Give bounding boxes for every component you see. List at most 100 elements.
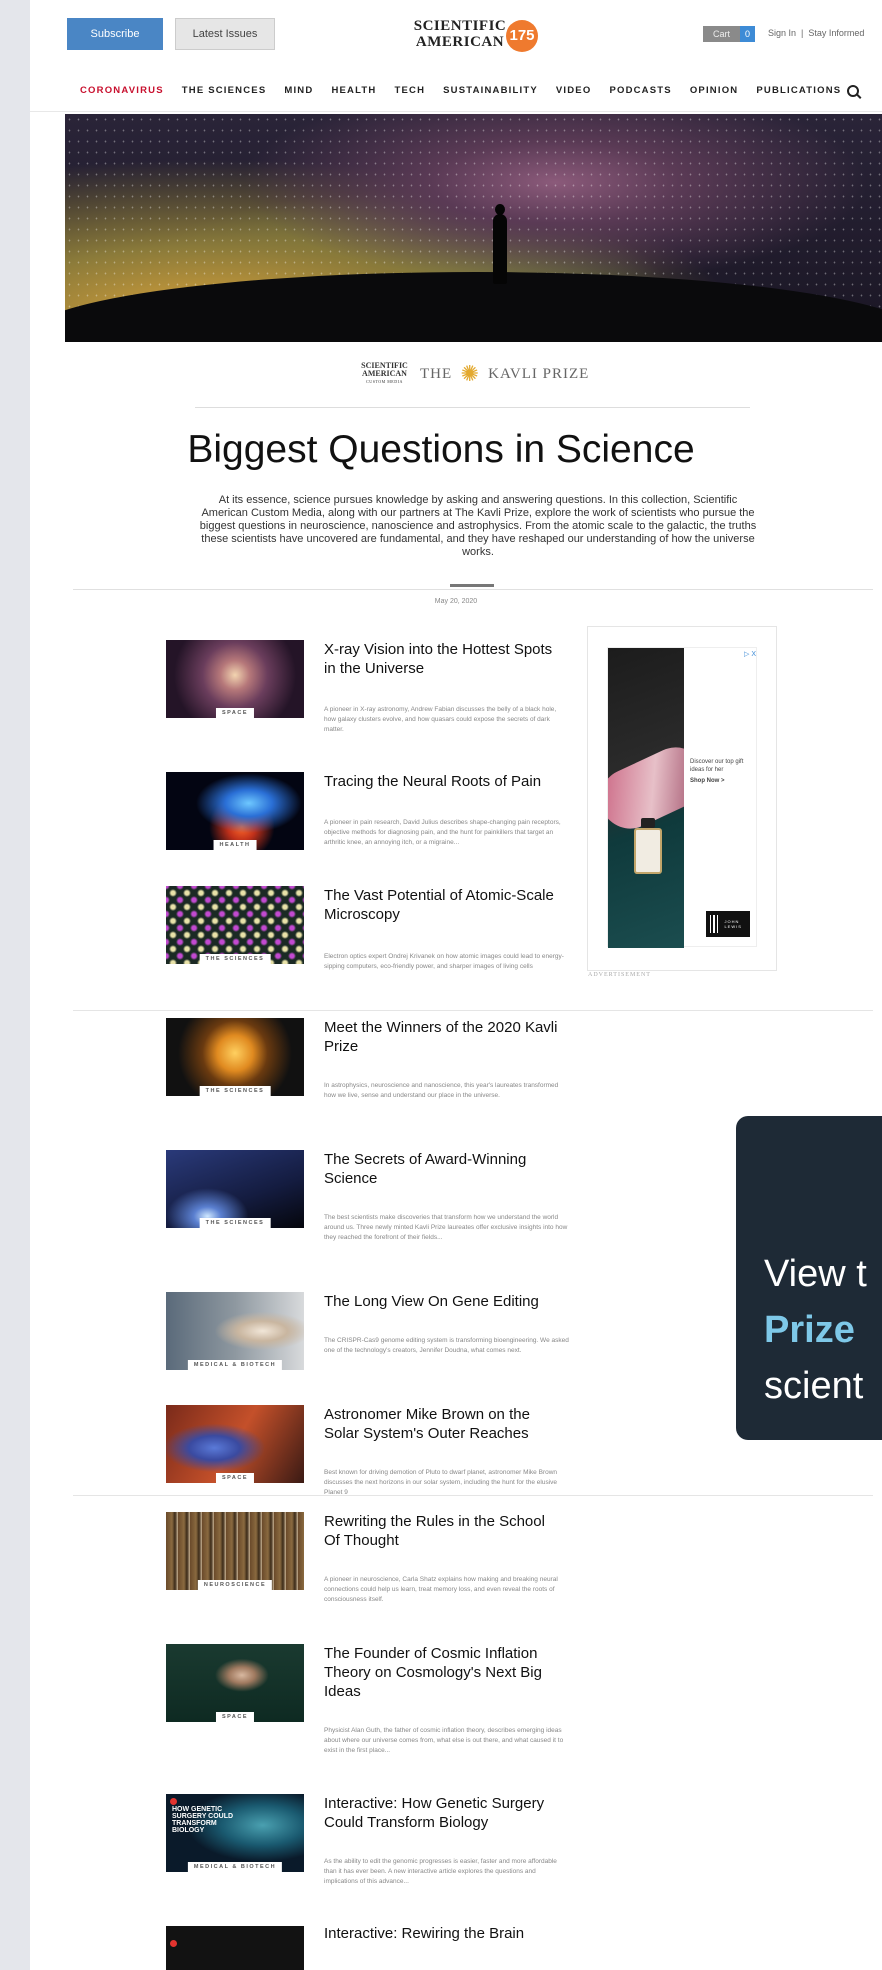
sam-line-3: CUSTOM MEDIA: [366, 379, 403, 384]
category-tag: MEDICAL & BIOTECH: [187, 1360, 283, 1370]
page-title: Biggest Questions in Science: [187, 428, 695, 471]
sign-in-link[interactable]: Sign In: [768, 28, 796, 38]
separator: |: [801, 28, 804, 38]
article-card[interactable]: HOW GENETIC SURGERY COULD TRANSFORM BIOL…: [166, 1794, 586, 1894]
article-summary: The best scientists make discoveries tha…: [324, 1214, 568, 1241]
search-icon[interactable]: [847, 84, 860, 97]
article-summary: The CRISPR-Cas9 genome editing system is…: [324, 1337, 569, 1354]
article-summary: As the ability to edit the genomic progr…: [324, 1858, 557, 1885]
article-thumbnail[interactable]: SPACE: [166, 640, 304, 718]
thumbnail-caption: HOW GENETIC SURGERY COULD TRANSFORM BIOL…: [172, 1806, 234, 1834]
article-card[interactable]: MEDICAL & BIOTECH The Long View On Gene …: [166, 1292, 586, 1392]
article-thumbnail[interactable]: NEUROSCIENCE: [166, 1512, 304, 1590]
intro-paragraph: At its essence, science pursues knowledg…: [199, 494, 757, 558]
article-card[interactable]: Interactive: Rewiring the Brain: [166, 1924, 586, 1970]
article-title[interactable]: The Secrets of Award-Winning Science: [324, 1150, 564, 1188]
article-title[interactable]: X-ray Vision into the Hottest Spots in t…: [324, 640, 564, 678]
article-title[interactable]: The Vast Potential of Atomic-Scale Micro…: [324, 886, 564, 924]
divider: [73, 1495, 873, 1496]
article-card[interactable]: SPACE Astronomer Mike Brown on the Solar…: [166, 1405, 586, 1505]
nav-item-health[interactable]: HEALTH: [331, 85, 376, 96]
article-title[interactable]: Interactive: How Genetic Surgery Could T…: [324, 1794, 564, 1832]
ad-brand-logo: JOHN LEWIS: [706, 911, 750, 937]
main-nav: CORONAVIRUS THE SCIENCES MIND HEALTH TEC…: [30, 70, 882, 112]
article-card[interactable]: THE SCIENCES Meet the Winners of the 202…: [166, 1018, 586, 1118]
page: Subscribe Latest Issues SCIENTIFIC AMERI…: [30, 0, 882, 1970]
article-summary: A pioneer in X-ray astronomy, Andrew Fab…: [324, 706, 557, 733]
nav-item-tech[interactable]: TECH: [394, 85, 425, 96]
article-thumbnail[interactable]: THE SCIENCES: [166, 1150, 304, 1228]
popup-text: View t Prize scient: [764, 1246, 882, 1414]
divider: [73, 1010, 873, 1011]
nav-item-publications[interactable]: PUBLICATIONS: [756, 85, 841, 96]
cart-button[interactable]: Cart 0: [703, 26, 756, 42]
account-links: Sign In | Stay Informed: [768, 28, 864, 38]
article-thumbnail[interactable]: MEDICAL & BIOTECH: [166, 1292, 304, 1370]
article-card[interactable]: SPACE X-ray Vision into the Hottest Spot…: [166, 640, 586, 740]
latest-issues-button[interactable]: Latest Issues: [175, 18, 275, 50]
ad-cta[interactable]: Shop Now >: [690, 777, 754, 785]
nav-item-sustainability[interactable]: SUSTAINABILITY: [443, 85, 538, 96]
kavli-prize-logo: THE ✺ KAVLI PRIZE: [420, 362, 589, 386]
ad-copy: Discover our top gift ideas for her Shop…: [690, 758, 754, 785]
article-thumbnail[interactable]: SPACE: [166, 1405, 304, 1483]
kavli-name: KAVLI PRIZE: [488, 365, 590, 382]
category-tag: HEALTH: [213, 840, 257, 850]
advertisement[interactable]: ▷ X Discover our top gift ideas for her …: [587, 626, 777, 978]
anniversary-badge: 175: [506, 20, 538, 52]
article-title[interactable]: The Founder of Cosmic Inflation Theory o…: [324, 1644, 564, 1701]
publish-date: May 20, 2020: [434, 598, 478, 605]
article-card[interactable]: THE SCIENCES The Vast Potential of Atomi…: [166, 886, 586, 986]
article-summary: A pioneer in pain research, David Julius…: [324, 819, 561, 846]
nav-item-podcasts[interactable]: PODCASTS: [609, 85, 671, 96]
article-summary: In astrophysics, neuroscience and nanosc…: [324, 1082, 559, 1099]
kavli-star-icon: ✺: [460, 361, 480, 386]
article-title[interactable]: The Long View On Gene Editing: [324, 1292, 564, 1311]
category-tag: SPACE: [215, 1473, 255, 1483]
popup-line-2: Prize: [764, 1309, 855, 1351]
cart-label: Cart: [703, 26, 741, 42]
category-tag: SPACE: [215, 708, 255, 718]
article-title[interactable]: Astronomer Mike Brown on the Solar Syste…: [324, 1405, 564, 1443]
stay-informed-link[interactable]: Stay Informed: [808, 28, 864, 38]
article-thumbnail[interactable]: HEALTH: [166, 772, 304, 850]
sam-line-2: AMERICAN: [362, 369, 407, 378]
ad-brand-name: JOHN LEWIS: [724, 919, 742, 929]
hero-image: [65, 114, 882, 342]
ad-headline: Discover our top gift ideas for her: [690, 759, 744, 773]
ad-choices-icon[interactable]: ▷ X: [744, 650, 756, 658]
article-thumbnail[interactable]: THE SCIENCES: [166, 886, 304, 964]
article-title[interactable]: Interactive: Rewiring the Brain: [324, 1924, 564, 1943]
nav-item-video[interactable]: VIDEO: [556, 85, 592, 96]
promo-popup[interactable]: View t Prize scient: [736, 1116, 882, 1440]
article-card[interactable]: HEALTH Tracing the Neural Roots of Pain …: [166, 772, 586, 872]
article-title[interactable]: Meet the Winners of the 2020 Kavli Prize: [324, 1018, 564, 1056]
category-tag: MEDICAL & BIOTECH: [187, 1862, 283, 1872]
article-thumbnail[interactable]: HOW GENETIC SURGERY COULD TRANSFORM BIOL…: [166, 1794, 304, 1872]
nav-item-the-sciences[interactable]: THE SCIENCES: [182, 85, 267, 96]
kavli-the: THE: [420, 365, 453, 382]
nav-item-opinion[interactable]: OPINION: [690, 85, 739, 96]
article-title[interactable]: Tracing the Neural Roots of Pain: [324, 772, 564, 791]
article-title[interactable]: Rewriting the Rules in the School Of Tho…: [324, 1512, 564, 1550]
nav-item-coronavirus[interactable]: CORONAVIRUS: [80, 85, 164, 96]
article-thumbnail[interactable]: SPACE: [166, 1644, 304, 1722]
article-thumbnail[interactable]: [166, 1926, 304, 1970]
divider: [73, 589, 873, 590]
article-card[interactable]: NEUROSCIENCE Rewriting the Rules in the …: [166, 1512, 586, 1612]
article-thumbnail[interactable]: THE SCIENCES: [166, 1018, 304, 1096]
article-card[interactable]: THE SCIENCES The Secrets of Award-Winnin…: [166, 1150, 586, 1250]
category-tag: THE SCIENCES: [199, 1086, 271, 1096]
logo-line-1: SCIENTIFIC: [413, 18, 507, 34]
subscribe-button[interactable]: Subscribe: [67, 18, 163, 50]
site-logo[interactable]: SCIENTIFIC AMERICAN 175: [405, 16, 545, 54]
nav-item-mind[interactable]: MIND: [284, 85, 313, 96]
interactive-dot-icon: [170, 1940, 177, 1947]
popup-line-3: scient: [764, 1365, 864, 1407]
ad-perfume-bottle: [634, 818, 662, 874]
article-card[interactable]: SPACE The Founder of Cosmic Inflation Th…: [166, 1644, 586, 1754]
interactive-dot-icon: [170, 1798, 177, 1805]
ad-creative[interactable]: ▷ X Discover our top gift ideas for her …: [607, 647, 757, 948]
category-tag: THE SCIENCES: [199, 1218, 271, 1228]
custom-media-logo: SCIENTIFIC AMERICAN CUSTOM MEDIA: [357, 362, 412, 386]
